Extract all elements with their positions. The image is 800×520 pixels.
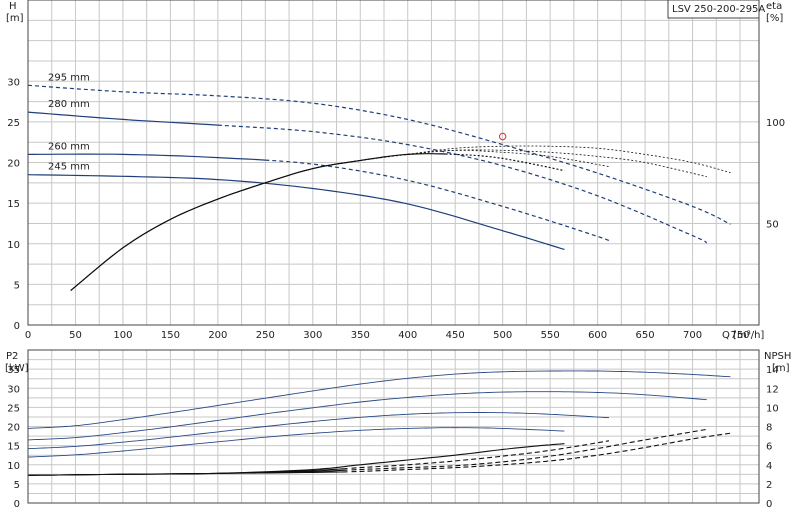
bottom-panel-grid (28, 350, 759, 503)
bottom-right-y-tick-label: 0 (766, 499, 772, 510)
bottom-right-y-tick-label: 4 (766, 461, 772, 472)
bottom-left-y-tick-label: 15 (7, 442, 20, 453)
x-tick-label: 400 (398, 330, 417, 341)
x-tick-label: 0 (25, 330, 31, 341)
x-tick-label: 300 (303, 330, 322, 341)
bottom-right-y-tick-label: 6 (766, 442, 772, 453)
x-tick-label: 500 (493, 330, 512, 341)
top-right-axis-unit: [%] (766, 13, 783, 24)
bottom-left-y-tick-label: 30 (7, 384, 20, 395)
top-left-y-tick-label: 5 (14, 280, 20, 291)
power-curve (27, 412, 610, 450)
x-tick-label: 150 (161, 330, 180, 341)
top-left-y-tick-label: 0 (14, 321, 20, 332)
x-tick-label: 650 (636, 330, 655, 341)
bottom-panel-curves (27, 370, 731, 476)
bottom-left-y-tick-label: 20 (7, 423, 20, 434)
top-panel-curves: 295 mm 280 mm 260 mm 245 mm (27, 72, 731, 291)
x-tick-label: 50 (69, 330, 82, 341)
top-right-y-tick-label: 50 (766, 219, 779, 230)
top-left-y-tick-label: 25 (7, 118, 20, 129)
top-left-y-tick-label: 20 (7, 159, 20, 170)
power-curve (27, 391, 707, 441)
head-curve-dashed (217, 124, 708, 244)
impeller-label: 280 mm (48, 99, 90, 110)
top-right-axis-symbol: eta (766, 1, 782, 12)
top-left-axis-unit: [m] (6, 13, 24, 24)
head-curve (27, 174, 565, 250)
x-tick-label: 250 (256, 330, 275, 341)
x-tick-label: 600 (588, 330, 607, 341)
top-right-y-tick-label: 100 (766, 118, 785, 129)
head-curve-dashed (265, 159, 611, 242)
x-tick-label: 350 (351, 330, 370, 341)
impeller-label: 295 mm (48, 72, 90, 83)
npsh-curve-dashed (351, 432, 731, 473)
bottom-right-axis-unit: [m] (772, 363, 790, 374)
top-left-y-tick-label: 30 (7, 77, 20, 88)
bottom-left-y-tick-label: 10 (7, 461, 20, 472)
efficiency-curve-dashed (360, 149, 610, 167)
bottom-right-axis-symbol: NPSH (764, 351, 791, 362)
top-left-y-tick-label: 10 (7, 240, 20, 251)
impeller-label: 245 mm (48, 162, 90, 173)
npsh-curve-dashed (351, 428, 707, 471)
bottom-left-y-tick-label: 0 (14, 499, 20, 510)
bottom-right-y-tick-label: 12 (766, 384, 779, 395)
x-tick-label: 450 (446, 330, 465, 341)
pump-curve-chart: 295 mm280 mm260 mm245 mm 0 50 100 150 200 250… (5, 0, 791, 510)
chart-title: LSV 250-200-295A (672, 4, 765, 15)
x-axis-label: Q [m³/h] (722, 330, 764, 341)
x-tick-label: 200 (208, 330, 227, 341)
efficiency-curve (70, 153, 446, 291)
bottom-right-y-tick-label: 8 (766, 423, 772, 434)
bottom-right-y-tick-label: 10 (766, 403, 779, 414)
bottom-right-y-tick-label: 2 (766, 480, 772, 491)
power-curve (27, 427, 565, 458)
top-panel-grid (28, 0, 759, 325)
bottom-left-y-tick-label: 25 (7, 403, 20, 414)
x-tick-label: 700 (683, 330, 702, 341)
npsh-curve (27, 443, 565, 476)
top-left-y-tick-label: 15 (7, 199, 20, 210)
bottom-left-axis-unit: [kW] (5, 363, 29, 374)
bottom-left-y-tick-label: 5 (14, 480, 20, 491)
x-tick-label: 550 (541, 330, 560, 341)
top-left-axis-symbol: H (9, 1, 17, 12)
impeller-label: 260 mm (48, 141, 90, 152)
bottom-left-axis-symbol: P2 (6, 351, 18, 362)
x-tick-label: 100 (113, 330, 132, 341)
